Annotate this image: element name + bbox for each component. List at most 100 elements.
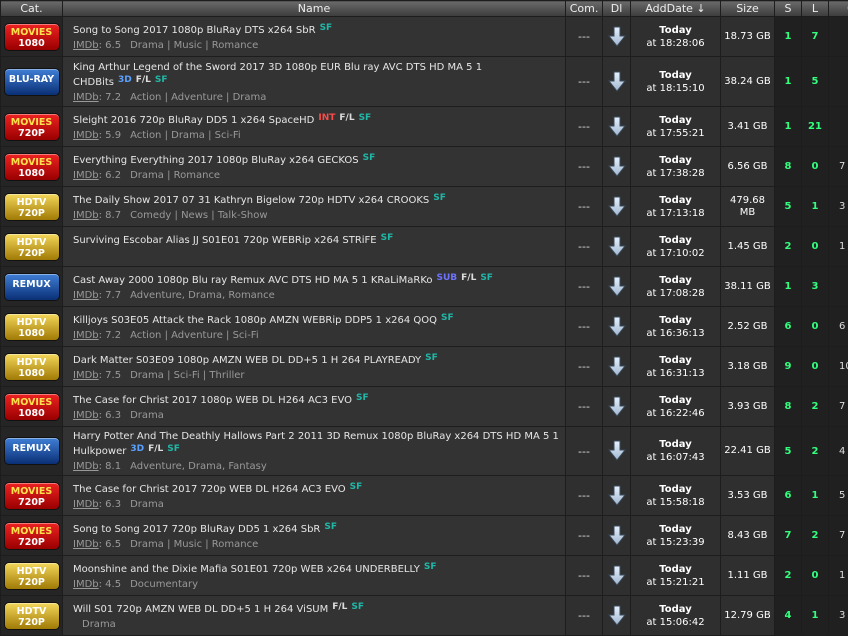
category-badge[interactable]: HDTV 720P — [4, 193, 60, 221]
imdb-link[interactable]: IMDb — [73, 40, 99, 51]
download-arrow-icon[interactable] — [608, 236, 626, 258]
torrent-title-link[interactable]: Cast Away 2000 1080p Blu ray Remux AVC D… — [73, 275, 433, 286]
leechers-count[interactable]: 2 — [802, 516, 829, 556]
seeders-count[interactable]: 1 — [775, 267, 802, 307]
torrent-title-link[interactable]: Will S01 720p AMZN WEB DL DD+5 1 H 264 V… — [73, 604, 328, 615]
seeders-count[interactable]: 5 — [775, 427, 802, 476]
category-badge[interactable]: MOVIES 1080 — [4, 23, 60, 51]
seeders-count[interactable]: 6 — [775, 476, 802, 516]
category-badge[interactable]: REMUX — [4, 437, 60, 465]
seeders-count[interactable]: 7 — [775, 516, 802, 556]
comments-count[interactable]: --- — [566, 267, 603, 307]
header-name[interactable]: Name — [63, 1, 566, 17]
imdb-link[interactable]: IMDb — [73, 130, 99, 141]
imdb-link[interactable]: IMDb — [73, 410, 99, 421]
seeders-count[interactable]: 1 — [775, 57, 802, 107]
comments-count[interactable]: --- — [566, 476, 603, 516]
download-arrow-icon[interactable] — [608, 565, 626, 587]
imdb-link[interactable]: IMDb — [73, 290, 99, 301]
leechers-count[interactable]: 21 — [802, 107, 829, 147]
seeders-count[interactable]: 9 — [775, 347, 802, 387]
leechers-count[interactable]: 0 — [802, 347, 829, 387]
leechers-count[interactable]: 3 — [802, 267, 829, 307]
leechers-count[interactable]: 7 — [802, 17, 829, 57]
header-completed[interactable]: C — [829, 1, 848, 17]
seeders-count[interactable]: 2 — [775, 556, 802, 596]
leechers-count[interactable]: 0 — [802, 227, 829, 267]
torrent-title-link[interactable]: Sleight 2016 720p BluRay DD5 1 x264 Spac… — [73, 115, 314, 126]
category-badge[interactable]: HDTV 1080 — [4, 313, 60, 341]
category-badge[interactable]: HDTV 720P — [4, 562, 60, 590]
comments-count[interactable]: --- — [566, 57, 603, 107]
header-dl[interactable]: Dl — [603, 1, 631, 17]
imdb-link[interactable]: IMDb — [73, 579, 99, 590]
comments-count[interactable]: --- — [566, 147, 603, 187]
header-cat[interactable]: Cat. — [1, 1, 63, 17]
download-arrow-icon[interactable] — [608, 71, 626, 93]
leechers-count[interactable]: 2 — [802, 427, 829, 476]
torrent-title-link[interactable]: The Case for Christ 2017 720p WEB DL H26… — [73, 484, 346, 495]
seeders-count[interactable]: 6 — [775, 307, 802, 347]
download-arrow-icon[interactable] — [608, 316, 626, 338]
comments-count[interactable]: --- — [566, 17, 603, 57]
seeders-count[interactable]: 8 — [775, 147, 802, 187]
category-badge[interactable]: MOVIES 720P — [4, 522, 60, 550]
header-adddate[interactable]: AddDate ↓ — [631, 1, 721, 17]
comments-count[interactable]: --- — [566, 347, 603, 387]
torrent-title-link[interactable]: The Daily Show 2017 07 31 Kathryn Bigelo… — [73, 195, 429, 206]
comments-count[interactable]: --- — [566, 307, 603, 347]
imdb-link[interactable]: IMDb — [73, 499, 99, 510]
category-badge[interactable]: BLU-RAY — [4, 68, 60, 96]
imdb-link[interactable]: IMDb — [73, 210, 99, 221]
comments-count[interactable]: --- — [566, 427, 603, 476]
header-leechers[interactable]: L — [802, 1, 829, 17]
download-arrow-icon[interactable] — [608, 26, 626, 48]
imdb-link[interactable]: IMDb — [73, 370, 99, 381]
download-arrow-icon[interactable] — [608, 356, 626, 378]
download-arrow-icon[interactable] — [608, 196, 626, 218]
comments-count[interactable]: --- — [566, 107, 603, 147]
category-badge[interactable]: HDTV 720P — [4, 233, 60, 261]
torrent-title-link[interactable]: The Case for Christ 2017 1080p WEB DL H2… — [73, 395, 352, 406]
seeders-count[interactable]: 2 — [775, 227, 802, 267]
leechers-count[interactable]: 0 — [802, 556, 829, 596]
torrent-title-link[interactable]: Song to Song 2017 1080p BluRay DTS x264 … — [73, 25, 316, 36]
header-com[interactable]: Com. — [566, 1, 603, 17]
imdb-link[interactable]: IMDb — [73, 170, 99, 181]
header-size[interactable]: Size — [721, 1, 775, 17]
leechers-count[interactable]: 1 — [802, 187, 829, 227]
seeders-count[interactable]: 5 — [775, 187, 802, 227]
download-arrow-icon[interactable] — [608, 276, 626, 298]
torrent-title-link[interactable]: Killjoys S03E05 Attack the Rack 1080p AM… — [73, 315, 437, 326]
category-badge[interactable]: MOVIES 720P — [4, 482, 60, 510]
comments-count[interactable]: --- — [566, 556, 603, 596]
imdb-link[interactable]: IMDb — [73, 92, 99, 103]
leechers-count[interactable]: 1 — [802, 476, 829, 516]
category-badge[interactable]: REMUX — [4, 273, 60, 301]
torrent-title-link[interactable]: Surviving Escobar Alias JJ S01E01 720p W… — [73, 235, 377, 246]
download-arrow-icon[interactable] — [608, 485, 626, 507]
download-arrow-icon[interactable] — [608, 156, 626, 178]
comments-count[interactable]: --- — [566, 387, 603, 427]
download-arrow-icon[interactable] — [608, 440, 626, 462]
leechers-count[interactable]: 5 — [802, 57, 829, 107]
category-badge[interactable]: MOVIES 1080 — [4, 153, 60, 181]
seeders-count[interactable]: 1 — [775, 107, 802, 147]
torrent-title-link[interactable]: Dark Matter S03E09 1080p AMZN WEB DL DD+… — [73, 355, 421, 366]
imdb-link[interactable]: IMDb — [73, 539, 99, 550]
header-seeders[interactable]: S — [775, 1, 802, 17]
imdb-link[interactable]: IMDb — [73, 461, 99, 472]
category-badge[interactable]: MOVIES 720P — [4, 113, 60, 141]
download-arrow-icon[interactable] — [608, 525, 626, 547]
torrent-title-link[interactable]: Moonshine and the Dixie Mafia S01E01 720… — [73, 564, 420, 575]
seeders-count[interactable]: 8 — [775, 387, 802, 427]
download-arrow-icon[interactable] — [608, 116, 626, 138]
leechers-count[interactable]: 0 — [802, 147, 829, 187]
torrent-title-link[interactable]: Everything Everything 2017 1080p BluRay … — [73, 155, 359, 166]
category-badge[interactable]: HDTV 720P — [4, 602, 60, 630]
leechers-count[interactable]: 0 — [802, 307, 829, 347]
leechers-count[interactable]: 2 — [802, 387, 829, 427]
category-badge[interactable]: MOVIES 1080 — [4, 393, 60, 421]
comments-count[interactable]: --- — [566, 227, 603, 267]
comments-count[interactable]: --- — [566, 187, 603, 227]
